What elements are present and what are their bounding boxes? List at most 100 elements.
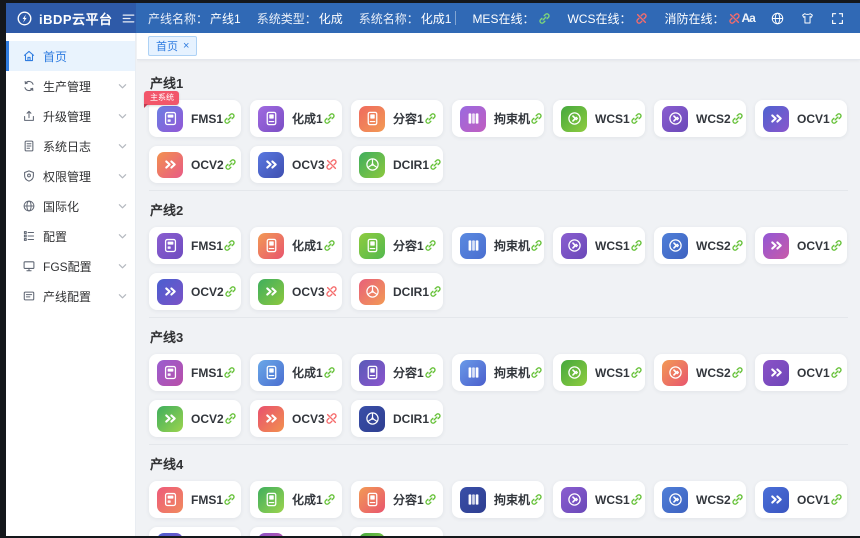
sidebar-item-config[interactable]: 配置 bbox=[6, 221, 135, 251]
system-card-拘束机[interactable]: 拘束机 bbox=[452, 227, 544, 264]
books-icon bbox=[460, 233, 486, 259]
system-card-dcir1[interactable]: DCIR1 bbox=[351, 400, 443, 437]
chevron-down-icon bbox=[118, 112, 127, 121]
card-label: DCIR1 bbox=[393, 158, 429, 172]
system-card-ocv1[interactable]: OCV1 bbox=[755, 227, 847, 264]
theme-shirt-icon[interactable] bbox=[800, 11, 815, 26]
system-card-分容1[interactable]: 分容1 bbox=[351, 100, 443, 137]
chevron-down-icon bbox=[118, 202, 127, 211]
production-icon bbox=[22, 79, 36, 93]
card-label: 分容1 bbox=[393, 237, 424, 254]
fullscreen-icon[interactable] bbox=[830, 11, 845, 26]
card-label: 拘束机 bbox=[494, 364, 530, 381]
system-card-ocv2[interactable]: OCV2 bbox=[149, 527, 241, 536]
sidebar-nav: 首页 生产管理 升级管理 系统日志 权限管理 国际化 配置 FGS配置 bbox=[6, 33, 136, 536]
system-card-化成1[interactable]: 化成1 bbox=[250, 100, 342, 137]
fms-icon bbox=[157, 106, 183, 132]
system-card-分容1[interactable]: 分容1 bbox=[351, 481, 443, 518]
tab-home[interactable]: 首页 × bbox=[148, 36, 197, 56]
link-online-icon bbox=[223, 239, 236, 252]
system-card-ocv1[interactable]: OCV1 bbox=[755, 354, 847, 391]
link-online-icon bbox=[530, 112, 543, 125]
system-card-ocv3[interactable]: OCV3 bbox=[250, 273, 342, 310]
sidebar-item-i18n[interactable]: 国际化 bbox=[6, 191, 135, 221]
system-card-化成1[interactable]: 化成1 bbox=[250, 227, 342, 264]
section-title: 产线4 bbox=[150, 454, 848, 473]
system-card-fms1[interactable]: 主系统 FMS1 bbox=[149, 100, 241, 137]
wcs-icon bbox=[662, 106, 688, 132]
system-card-wcs1[interactable]: WCS1 bbox=[553, 227, 645, 264]
sidebar-item-home[interactable]: 首页 bbox=[6, 41, 135, 71]
system-card-分容1[interactable]: 分容1 bbox=[351, 227, 443, 264]
system-card-wcs2[interactable]: WCS2 bbox=[654, 227, 746, 264]
system-card-wcs2[interactable]: WCS2 bbox=[654, 481, 746, 518]
sidebar-item-fgs[interactable]: FGS配置 bbox=[6, 251, 135, 281]
sidebar-item-label: FGS配置 bbox=[43, 258, 92, 275]
language-globe-icon[interactable] bbox=[770, 11, 785, 26]
cabinet-icon bbox=[258, 487, 284, 513]
font-size-action[interactable]: Aa bbox=[741, 11, 754, 25]
link-online-icon bbox=[323, 366, 336, 379]
tab-close-icon[interactable]: × bbox=[183, 41, 189, 52]
card-label: OCV3 bbox=[292, 412, 325, 426]
system-card-ocv2[interactable]: OCV2 bbox=[149, 146, 241, 183]
link-online-icon bbox=[830, 493, 843, 506]
link-online-icon bbox=[830, 239, 843, 252]
status-label: WCS在线： bbox=[567, 10, 631, 27]
system-card-wcs2[interactable]: WCS2 bbox=[654, 354, 746, 391]
card-label: FMS1 bbox=[191, 493, 223, 507]
card-label: WCS2 bbox=[696, 239, 731, 253]
card-label: 分容1 bbox=[393, 491, 424, 508]
system-card-ocv1[interactable]: OCV1 bbox=[755, 100, 847, 137]
sidebar-item-logs[interactable]: 系统日志 bbox=[6, 131, 135, 161]
system-card-ocv3[interactable]: OCV3 bbox=[250, 527, 342, 536]
system-card-ocv2[interactable]: OCV2 bbox=[149, 273, 241, 310]
system-card-ocv2[interactable]: OCV2 bbox=[149, 400, 241, 437]
system-card-fms1[interactable]: FMS1 bbox=[149, 481, 241, 518]
app-window: iBDP云平台 产线名称： 产线1 系统类型： 化成 系统名称： 化成1 MES… bbox=[0, 0, 860, 538]
system-card-fms1[interactable]: FMS1 bbox=[149, 227, 241, 264]
chevron-down-icon bbox=[118, 262, 127, 271]
section-title: 产线1 bbox=[150, 73, 848, 92]
system-card-拘束机[interactable]: 拘束机 bbox=[452, 481, 544, 518]
system-card-化成1[interactable]: 化成1 bbox=[250, 354, 342, 391]
card-label: OCV1 bbox=[797, 112, 830, 126]
wcs-icon bbox=[662, 360, 688, 386]
dcir-icon bbox=[359, 152, 385, 178]
system-card-wcs1[interactable]: WCS1 bbox=[553, 354, 645, 391]
status-item: 消防在线： bbox=[664, 10, 741, 27]
card-label: OCV2 bbox=[191, 412, 224, 426]
system-card-化成1[interactable]: 化成1 bbox=[250, 481, 342, 518]
sidebar-collapse-icon[interactable] bbox=[121, 11, 136, 26]
system-card-ocv3[interactable]: OCV3 bbox=[250, 146, 342, 183]
ocv-icon bbox=[258, 152, 284, 178]
link-online-icon bbox=[830, 366, 843, 379]
card-grid: 主系统 FMS1 化成1 分容1 bbox=[149, 100, 848, 183]
link-online-icon bbox=[630, 493, 643, 506]
system-card-wcs2[interactable]: WCS2 bbox=[654, 100, 746, 137]
card-grid: FMS1 化成1 分容1 拘 bbox=[149, 481, 848, 536]
system-card-ocv1[interactable]: OCV1 bbox=[755, 481, 847, 518]
books-icon bbox=[460, 487, 486, 513]
ocv-icon bbox=[763, 360, 789, 386]
system-card-dcir1[interactable]: DCIR1 bbox=[351, 527, 443, 536]
system-card-拘束机[interactable]: 拘束机 bbox=[452, 100, 544, 137]
sidebar-item-permission[interactable]: 权限管理 bbox=[6, 161, 135, 191]
card-label: OCV1 bbox=[797, 493, 830, 507]
sidebar-item-upgrade[interactable]: 升级管理 bbox=[6, 101, 135, 131]
ocv-icon bbox=[763, 233, 789, 259]
system-card-ocv3[interactable]: OCV3 bbox=[250, 400, 342, 437]
production-line-section: 产线4 FMS1 化成1 分容1 bbox=[149, 444, 848, 536]
sidebar-item-production[interactable]: 生产管理 bbox=[6, 71, 135, 101]
system-card-拘束机[interactable]: 拘束机 bbox=[452, 354, 544, 391]
system-card-分容1[interactable]: 分容1 bbox=[351, 354, 443, 391]
main-system-badge: 主系统 bbox=[144, 91, 179, 105]
system-card-dcir1[interactable]: DCIR1 bbox=[351, 146, 443, 183]
system-card-dcir1[interactable]: DCIR1 bbox=[351, 273, 443, 310]
card-label: 化成1 bbox=[292, 491, 323, 508]
system-card-fms1[interactable]: FMS1 bbox=[149, 354, 241, 391]
sidebar-item-label: 权限管理 bbox=[43, 168, 91, 185]
sidebar-item-lineconfig[interactable]: 产线配置 bbox=[6, 281, 135, 311]
system-card-wcs1[interactable]: WCS1 bbox=[553, 481, 645, 518]
system-card-wcs1[interactable]: WCS1 bbox=[553, 100, 645, 137]
